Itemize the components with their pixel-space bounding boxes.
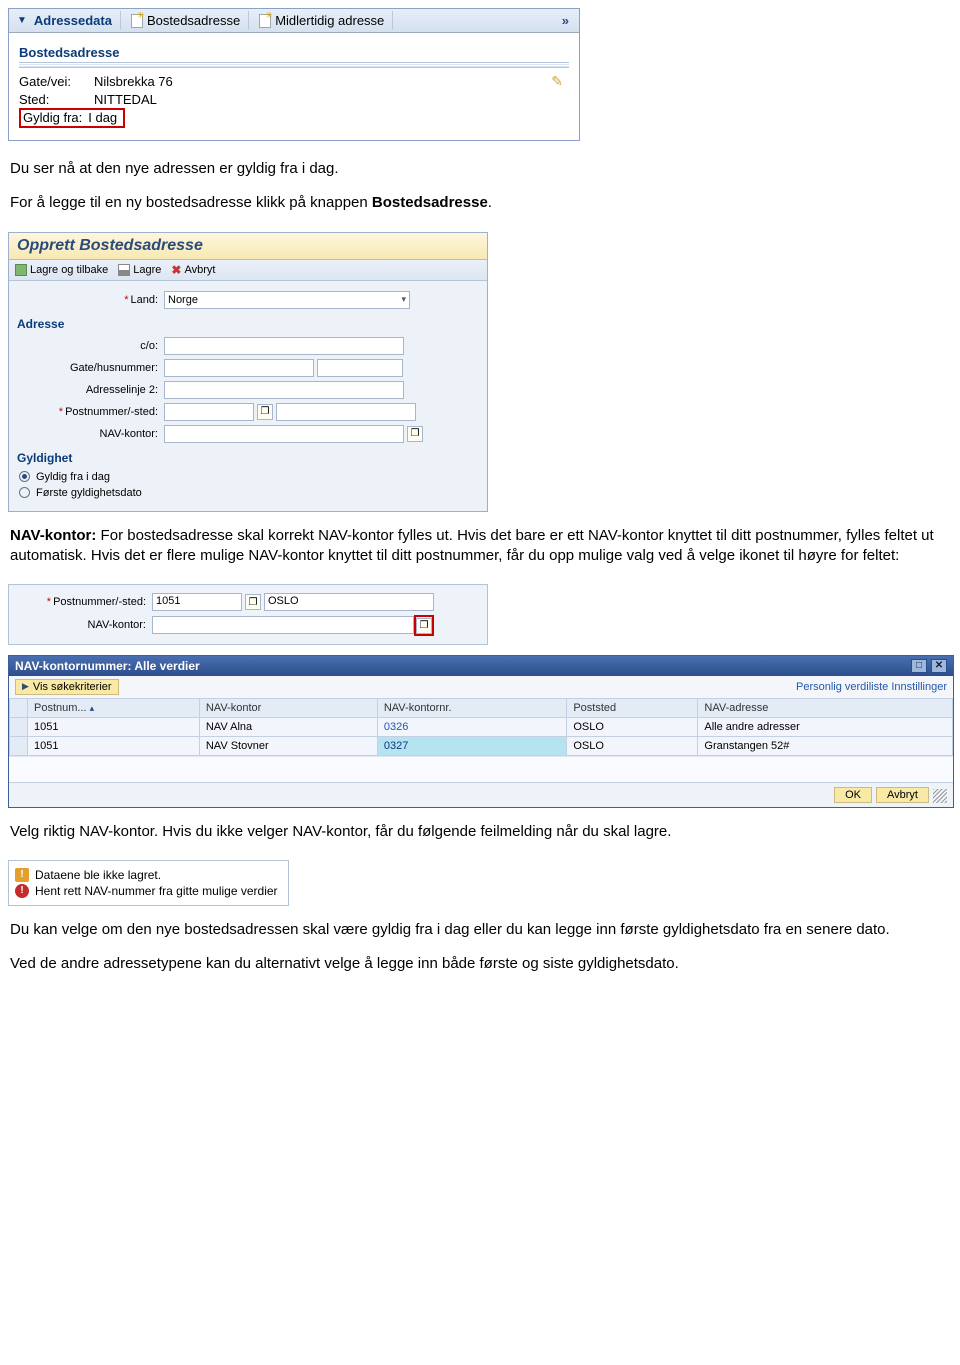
land-label: Land: xyxy=(130,294,158,306)
post-label: Postnummer/-sted: xyxy=(65,406,158,418)
sted-value: NITTEDAL xyxy=(94,92,569,107)
gate-value: Nilsbrekka 76 xyxy=(94,74,551,89)
adresse-section-header: Adresse xyxy=(17,317,477,331)
resize-handle-icon[interactable] xyxy=(933,789,947,803)
dropdown-icon: ▾ xyxy=(401,294,406,305)
window-close-icon[interactable]: ✕ xyxy=(931,659,947,673)
error-text: Dataene ble ikke lagret. xyxy=(35,868,161,882)
opprett-bostedsadresse-form: Opprett Bostedsadresse Lagre og tilbake … xyxy=(8,232,488,512)
paragraph-bold: Bostedsadresse xyxy=(372,194,488,211)
section-separator xyxy=(19,62,569,68)
gyldig-fra-highlight: Gyldig fra: I dag xyxy=(19,108,125,128)
co-input[interactable] xyxy=(164,337,404,355)
gate-input[interactable] xyxy=(164,359,314,377)
radio-icon xyxy=(19,487,30,498)
nav-kontornummer-dialog: NAV-kontornummer: Alle verdier □ ✕ ▶ Vis… xyxy=(8,655,954,808)
navkontor-picker-highlight: ❐ xyxy=(414,615,434,636)
avbryt-button[interactable]: ✖ Avbryt xyxy=(171,263,215,277)
paragraph-text: For bostedsadresse skal korrekt NAV-kont… xyxy=(10,527,934,564)
verdiliste-innstillinger-link[interactable]: Personlig verdiliste Innstillinger xyxy=(796,681,947,693)
error-text: Hent rett NAV-nummer fra gitte mulige ve… xyxy=(35,884,278,898)
tab-adressedata[interactable]: ▼ Adressedata xyxy=(13,11,121,30)
tabs-overflow-button[interactable]: » xyxy=(556,13,575,28)
table-row[interactable]: 1051 NAV Alna 0326 OSLO Alle andre adres… xyxy=(10,717,953,736)
dialog-title: NAV-kontornummer: Alle verdier xyxy=(15,659,200,673)
paragraph-bold: NAV-kontor: xyxy=(10,527,96,544)
paragraph-line: Du ser nå at den nye adressen er gyldig … xyxy=(10,159,950,179)
paragraph: Velg riktig NAV-kontor. Hvis du ikke vel… xyxy=(10,822,950,842)
tab-label: Midlertidig adresse xyxy=(275,13,384,28)
adressedata-tabbar: ▼ Adressedata Bostedsadresse Midlertidig… xyxy=(9,9,579,33)
linje2-label: Adresselinje 2: xyxy=(19,384,164,396)
form-title: Opprett Bostedsadresse xyxy=(9,233,487,260)
gyldig-fra-idag-radio[interactable]: Gyldig fra i dag xyxy=(19,469,477,485)
paragraph: NAV-kontor: For bostedsadresse skal korr… xyxy=(10,526,950,567)
sort-asc-icon: ▴ xyxy=(90,703,95,713)
gyldig-label: Gyldig fra: xyxy=(23,110,88,125)
col-navkontornr[interactable]: NAV-kontornr. xyxy=(377,698,566,717)
sted-label: Sted: xyxy=(19,92,94,107)
land-select[interactable]: Norge ▾ xyxy=(164,291,410,309)
ok-button[interactable]: OK xyxy=(834,787,872,803)
paragraph: Ved de andre adressetypene kan du altern… xyxy=(10,954,950,974)
postnummer-picker-icon[interactable]: ❐ xyxy=(245,594,261,610)
tab-label: Adressedata xyxy=(34,13,112,28)
col-poststed[interactable]: Poststed xyxy=(567,698,698,717)
linje2-input[interactable] xyxy=(164,381,404,399)
col-postnum[interactable]: Postnum... ▴ xyxy=(28,698,200,717)
tab-bostedsadresse[interactable]: Bostedsadresse xyxy=(127,11,249,30)
tab-label: Bostedsadresse xyxy=(147,13,240,28)
radio-icon xyxy=(19,471,30,482)
gyldig-value: I dag xyxy=(88,110,117,125)
paragraph: Du ser nå at den nye adressen er gyldig … xyxy=(10,159,950,214)
arrow-right-icon: ▶ xyxy=(22,681,29,692)
adressedata-panel: ▼ Adressedata Bostedsadresse Midlertidig… xyxy=(8,8,580,141)
cancel-icon: ✖ xyxy=(171,263,181,277)
vis-sokekriterier-button[interactable]: ▶ Vis søkekriterier xyxy=(15,679,119,695)
error-message-box: ! Dataene ble ikke lagret. ! Hent rett N… xyxy=(8,860,289,906)
section-title: Bostedsadresse xyxy=(19,41,569,62)
navkontor-label: NAV-kontor: xyxy=(17,619,152,631)
postnummer-input[interactable]: 1051 xyxy=(152,593,242,611)
navkontor-picker-icon[interactable]: ❐ xyxy=(416,618,432,634)
form-toolbar: Lagre og tilbake Lagre ✖ Avbryt xyxy=(9,260,487,281)
warning-icon: ! xyxy=(15,868,29,882)
new-document-icon xyxy=(259,14,271,28)
gyldighet-section-header: Gyldighet xyxy=(17,451,477,465)
nav-kontor-table: Postnum... ▴ NAV-kontor NAV-kontornr. Po… xyxy=(9,698,953,756)
new-document-icon xyxy=(131,14,143,28)
col-navadresse[interactable]: NAV-adresse xyxy=(698,698,953,717)
avbryt-button[interactable]: Avbryt xyxy=(876,787,929,803)
col-navkontor[interactable]: NAV-kontor xyxy=(199,698,377,717)
gate-label: Gate/husnummer: xyxy=(19,362,164,374)
post-label: Postnummer/-sted: xyxy=(53,596,146,608)
table-row[interactable]: 1051 NAV Stovner 0327 OSLO Granstangen 5… xyxy=(10,736,953,755)
forste-gyldighetsdato-radio[interactable]: Første gyldighetsdato xyxy=(19,485,477,501)
navkontor-picker-icon[interactable]: ❐ xyxy=(407,426,423,442)
postnummer-picker-icon[interactable]: ❐ xyxy=(257,404,273,420)
tab-midlertidig[interactable]: Midlertidig adresse xyxy=(255,11,393,30)
chevron-down-icon: ▼ xyxy=(17,15,27,26)
save-back-icon xyxy=(15,264,27,276)
paragraph: Du kan velge om den nye bostedsadressen … xyxy=(10,920,950,940)
navkontor-input[interactable] xyxy=(152,616,414,634)
gate-label: Gate/vei: xyxy=(19,74,94,89)
postnummer-snippet: *Postnummer/-sted: 1051 ❐ OSLO NAV-konto… xyxy=(8,584,488,645)
postnummer-input[interactable] xyxy=(164,403,254,421)
husnummer-input[interactable] xyxy=(317,359,403,377)
poststed-input[interactable]: OSLO xyxy=(264,593,434,611)
navkontor-input[interactable] xyxy=(164,425,404,443)
edit-icon[interactable]: ✎ xyxy=(551,73,569,90)
save-icon xyxy=(118,264,130,276)
navkontor-label: NAV-kontor: xyxy=(19,428,164,440)
lagre-button[interactable]: Lagre xyxy=(118,264,161,276)
window-maximize-icon[interactable]: □ xyxy=(911,659,927,673)
paragraph-line: For å legge til en ny bostedsadresse kli… xyxy=(10,194,372,211)
lagre-og-tilbake-button[interactable]: Lagre og tilbake xyxy=(15,264,108,276)
poststed-input[interactable] xyxy=(276,403,416,421)
co-label: c/o: xyxy=(19,340,164,352)
error-icon: ! xyxy=(15,884,29,898)
dialog-titlebar: NAV-kontornummer: Alle verdier □ ✕ xyxy=(9,656,953,676)
